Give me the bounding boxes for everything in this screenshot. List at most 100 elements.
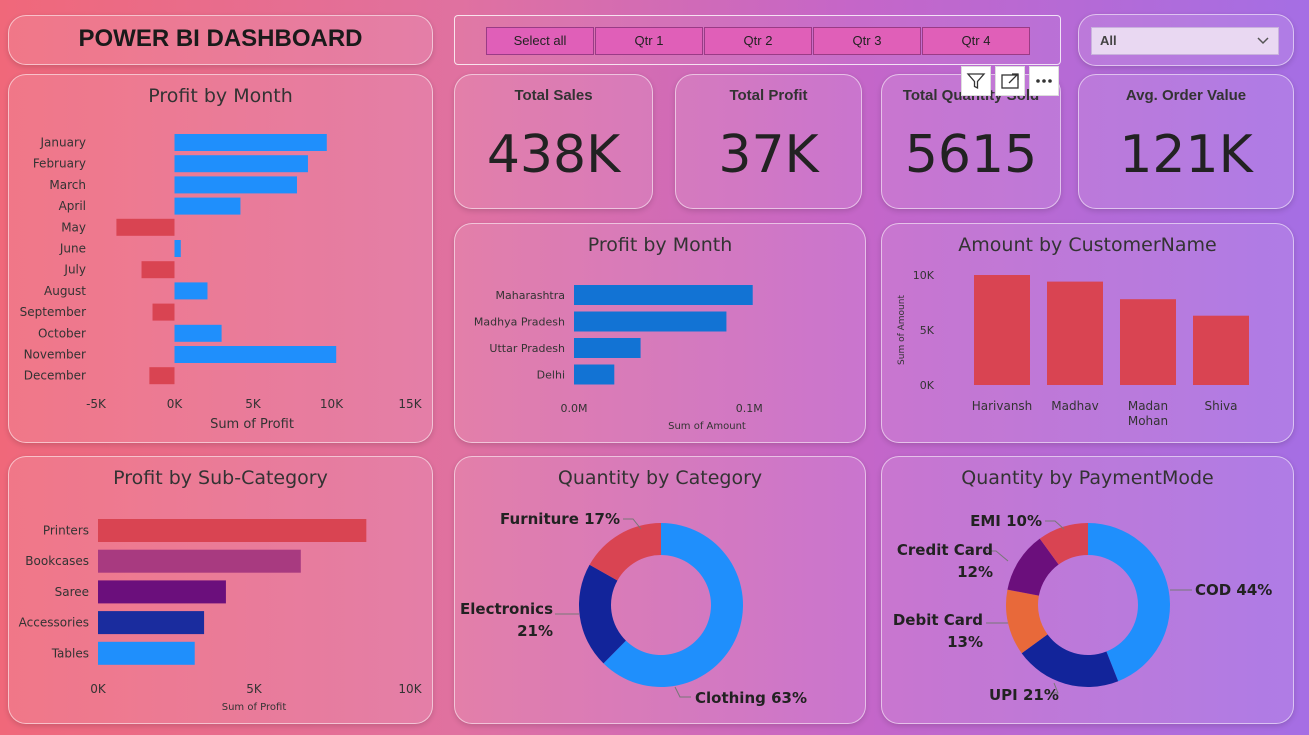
x-tick-label: 0.1M (736, 402, 763, 415)
bar (574, 285, 753, 305)
bar (141, 261, 175, 279)
category-label: Accessories (19, 616, 89, 630)
more-options-icon[interactable] (1029, 66, 1059, 96)
slicer-option-qtr-4[interactable]: Qtr 4 (922, 27, 1030, 55)
kpi-total-sales: Total Sales 438K (454, 74, 653, 209)
category-label: April (59, 199, 86, 213)
x-axis-title: Sum of Amount (668, 421, 746, 432)
x-axis-title: Sum of Profit (222, 702, 287, 713)
x-tick-label: 5K (245, 397, 262, 411)
profit-by-subcategory-card: Profit by Sub-Category Printers Bookcases… (8, 456, 433, 724)
kpi-value: 121K (1119, 125, 1253, 185)
bar (98, 519, 367, 542)
dropdown-value: All (1100, 33, 1117, 48)
chevron-down-icon (1256, 28, 1270, 62)
category-label: February (33, 157, 86, 171)
dropdown-slicer[interactable]: All (1091, 27, 1279, 55)
slice-label: 21% (517, 622, 553, 640)
bar (174, 176, 297, 194)
x-tick-label: -5K (86, 397, 107, 411)
slicer-option-qtr-3[interactable]: Qtr 3 (813, 27, 921, 55)
category-label: December (24, 369, 86, 383)
x-tick-label: 10K (320, 397, 344, 411)
slice-label: 12% (957, 563, 993, 581)
category-label: Maharashtra (496, 289, 566, 302)
slice-label: Furniture 17% (500, 510, 620, 528)
category-label: January (40, 136, 87, 150)
visual-header (961, 66, 1059, 96)
bar (174, 155, 308, 173)
kpi-value: 438K (486, 125, 621, 185)
amount-by-customer-chart: 10K 5K 0K Sum of Amount Harivansh Madhav Madan… (897, 269, 1249, 428)
y-tick-label: 0K (920, 379, 935, 392)
y-tick-label: 10K (913, 269, 935, 282)
title-card: POWER BI DASHBOARD (8, 15, 433, 65)
bar (174, 324, 222, 342)
amount-by-customer-card: Amount by CustomerName 10K 5K 0K Sum of Amo… (881, 223, 1294, 443)
bar (98, 580, 226, 604)
dropdown-slicer-card: All (1078, 14, 1294, 66)
bar (174, 346, 337, 363)
category-label: May (61, 220, 86, 234)
quantity-by-category-card: Quantity by Category Clothing 63% Electro… (454, 456, 866, 724)
x-tick-label: 15K (398, 397, 422, 411)
y-tick-label: 5K (920, 324, 935, 337)
profit-by-month-chart: January February March April May June July Augu… (20, 134, 423, 432)
category-label: Tables (51, 646, 89, 660)
bar (98, 611, 205, 635)
bar (174, 134, 327, 151)
bar (574, 364, 615, 385)
category-label: Madan (1128, 399, 1168, 413)
profit-by-month-card: Profit by Month January February March Apri… (8, 74, 433, 443)
filter-icon[interactable] (961, 66, 991, 96)
bar (574, 338, 641, 358)
kpi-label: Total Profit (729, 87, 808, 104)
slicer-option-qtr-2[interactable]: Qtr 2 (704, 27, 812, 55)
slice-label: Electronics (460, 600, 553, 618)
slice-label: Debit Card (893, 611, 983, 629)
category-label: June (59, 242, 86, 256)
category-label: Shiva (1204, 399, 1237, 413)
kpi-total-profit: Total Profit 37K (675, 74, 862, 209)
bar (1120, 299, 1176, 385)
slicer-option-qtr-1[interactable]: Qtr 1 (595, 27, 703, 55)
category-label: Harivansh (972, 399, 1033, 413)
category-label: August (44, 284, 86, 298)
bar (974, 275, 1030, 385)
category-label: Uttar Pradesh (489, 342, 565, 355)
x-tick-label: 5K (246, 682, 263, 696)
slice-label: Clothing 63% (695, 689, 807, 707)
bar (174, 240, 181, 257)
bar (574, 311, 727, 332)
slice-label: Credit Card (897, 541, 993, 559)
category-label: March (49, 178, 86, 192)
slice-label: UPI 21% (989, 686, 1059, 704)
x-tick-label: 0.0M (561, 402, 588, 415)
leader-line (674, 686, 691, 698)
focus-mode-icon[interactable] (995, 66, 1025, 96)
category-label: November (24, 348, 86, 362)
y-axis-title: Sum of Amount (897, 295, 907, 365)
category-label: July (63, 263, 86, 277)
bar (152, 303, 175, 321)
slice-label: 13% (947, 633, 983, 651)
profit-by-subcategory-chart: Printers Bookcases Saree Accessories Tables 0… (19, 519, 423, 713)
bar (174, 197, 241, 215)
quarter-slicer: Select all Qtr 1 Qtr 2 Qtr 3 Qtr 4 (454, 15, 1061, 65)
kpi-value: 5615 (904, 125, 1038, 185)
slicer-option-select-all[interactable]: Select all (486, 27, 594, 55)
x-axis-title: Sum of Profit (210, 417, 294, 432)
x-tick-label: 0K (167, 397, 184, 411)
slice-label: COD 44% (1195, 581, 1272, 599)
category-label: Bookcases (25, 554, 89, 568)
bar (116, 218, 175, 236)
category-label: Madhav (1051, 399, 1098, 413)
kpi-avg-order-value: Avg. Order Value 121K (1078, 74, 1294, 209)
bar (98, 549, 301, 573)
category-label: Printers (43, 524, 89, 538)
bar (1193, 315, 1249, 385)
bar (149, 367, 175, 385)
kpi-label: Total Sales (514, 87, 593, 104)
kpi-label: Avg. Order Value (1125, 87, 1247, 104)
category-label: Mohan (1128, 414, 1168, 428)
